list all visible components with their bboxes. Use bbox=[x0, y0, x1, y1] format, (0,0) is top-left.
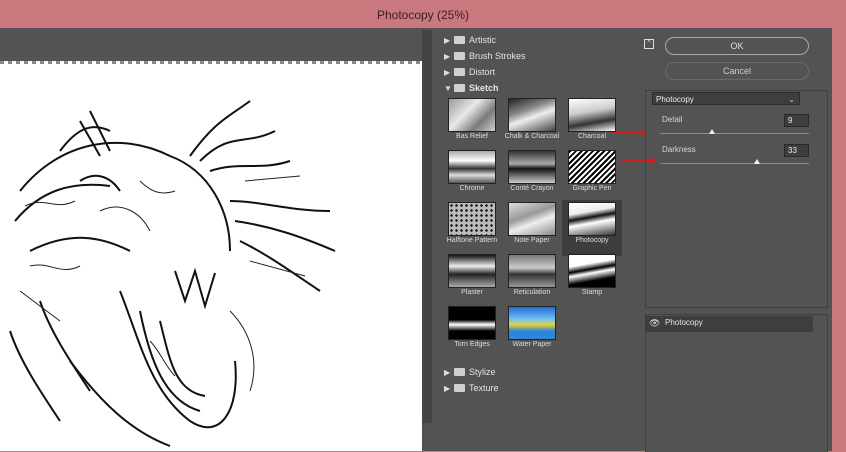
folder-icon bbox=[454, 384, 465, 392]
window-frame-right bbox=[832, 28, 846, 451]
filter-preview-image bbox=[508, 254, 556, 288]
category-sketch[interactable]: ▼ Sketch bbox=[440, 80, 620, 96]
filter-preview-image bbox=[448, 254, 496, 288]
canvas-scroll-edge bbox=[422, 30, 432, 423]
expand-arrow-icon: ▶ bbox=[444, 368, 451, 377]
tiger-sketch-image bbox=[9, 100, 336, 447]
category-brush-strokes[interactable]: ▶ Brush Strokes bbox=[440, 48, 620, 64]
annotation-arrow-detail bbox=[612, 129, 647, 137]
filter-thumb-graphic-pen[interactable]: Graphic Pen bbox=[562, 150, 622, 202]
filter-preview-image bbox=[508, 98, 556, 132]
category-stylize[interactable]: ▶ Stylize bbox=[440, 364, 620, 380]
collapse-arrow-icon: ▼ bbox=[444, 84, 452, 93]
filter-thumb-water-paper[interactable]: Water Paper bbox=[502, 306, 562, 358]
filter-preview-image bbox=[508, 202, 556, 236]
open-folder-icon bbox=[454, 84, 465, 92]
filter-label: Stamp bbox=[581, 289, 603, 296]
category-label: Texture bbox=[469, 383, 499, 393]
expand-arrow-icon: ▶ bbox=[444, 68, 451, 77]
canvas-border bbox=[0, 61, 422, 64]
filter-thumb-plaster[interactable]: Plaster bbox=[442, 254, 502, 306]
filter-select-value: Photocopy bbox=[656, 95, 694, 104]
filter-thumb-chrome[interactable]: Chrome bbox=[442, 150, 502, 202]
filter-preview-image bbox=[448, 150, 496, 184]
filter-preview-image bbox=[568, 254, 616, 288]
detail-slider-handle[interactable] bbox=[709, 129, 715, 134]
filter-label: Photocopy bbox=[575, 237, 609, 244]
category-label: Stylize bbox=[469, 367, 496, 377]
folder-icon bbox=[454, 68, 465, 76]
filter-thumb-bas-relief[interactable]: Bas Relief bbox=[442, 98, 502, 150]
ok-button[interactable]: OK bbox=[665, 37, 809, 55]
filter-preview-image bbox=[568, 98, 616, 132]
category-label: Artistic bbox=[469, 35, 496, 45]
darkness-value-input[interactable]: 33 bbox=[784, 144, 809, 157]
filter-thumb-conte-crayon[interactable]: Conté Crayon bbox=[502, 150, 562, 202]
collapse-gallery-icon[interactable]: ^ bbox=[644, 39, 654, 49]
filter-thumb-reticulation[interactable]: Reticulation bbox=[502, 254, 562, 306]
folder-icon bbox=[454, 52, 465, 60]
preview-canvas[interactable] bbox=[0, 28, 432, 451]
category-distort[interactable]: ▶ Distort bbox=[440, 64, 620, 80]
category-label: Brush Strokes bbox=[469, 51, 526, 61]
filter-preview-image bbox=[448, 202, 496, 236]
chevron-down-icon: ⌄ bbox=[788, 95, 795, 104]
folder-icon bbox=[454, 368, 465, 376]
filter-thumb-note-paper[interactable]: Note Paper bbox=[502, 202, 562, 254]
visibility-eye-icon[interactable]: 👁 bbox=[649, 318, 660, 329]
category-label: Distort bbox=[469, 67, 496, 77]
effect-layer-name: Photocopy bbox=[665, 318, 703, 327]
window-title: Photocopy (25%) bbox=[0, 0, 846, 28]
filter-label: Charcoal bbox=[577, 133, 606, 140]
filter-preview-image bbox=[508, 150, 556, 184]
expand-arrow-icon: ▶ bbox=[444, 384, 451, 393]
filter-gallery: ▶ Artistic ▶ Brush Strokes ▶ Distort ▼ Sketc… bbox=[432, 28, 627, 451]
effect-layers-panel bbox=[645, 314, 828, 452]
filter-thumb-stamp[interactable]: Stamp bbox=[562, 254, 622, 306]
folder-icon bbox=[454, 36, 465, 44]
effect-layer-row[interactable]: 👁 Photocopy bbox=[645, 316, 813, 332]
darkness-label: Darkness bbox=[662, 145, 696, 154]
sketch-thumbnails: Bas Relief Chalk & Charcoal Charcoal Chr… bbox=[442, 96, 622, 358]
preview-image bbox=[0, 61, 422, 451]
detail-label: Detail bbox=[662, 115, 683, 124]
filter-thumb-torn-edges[interactable]: Torn Edges bbox=[442, 306, 502, 358]
expand-arrow-icon: ▶ bbox=[444, 36, 451, 45]
filter-preview-image bbox=[508, 306, 556, 340]
filter-thumb-chalk-charcoal[interactable]: Chalk & Charcoal bbox=[502, 98, 562, 150]
category-label: Sketch bbox=[469, 83, 499, 93]
category-texture[interactable]: ▶ Texture bbox=[440, 380, 620, 396]
filter-preview-image bbox=[448, 98, 496, 132]
filter-select[interactable]: Photocopy ⌄ bbox=[652, 92, 800, 105]
darkness-slider-track[interactable] bbox=[660, 163, 809, 164]
filter-preview-image bbox=[448, 306, 496, 340]
filter-preview-image bbox=[568, 202, 616, 236]
filter-label: Water Paper bbox=[512, 341, 552, 348]
category-artistic[interactable]: ▶ Artistic bbox=[440, 32, 620, 48]
filter-preview-image bbox=[568, 150, 616, 184]
filter-label: Graphic Pen bbox=[572, 185, 612, 192]
filter-thumb-photocopy[interactable]: Photocopy bbox=[562, 200, 622, 256]
detail-slider-track[interactable] bbox=[660, 133, 809, 134]
filter-thumb-halftone-pattern[interactable]: Halftone Pattern bbox=[442, 202, 502, 254]
annotation-arrow-darkness bbox=[621, 157, 656, 165]
detail-value-input[interactable]: 9 bbox=[784, 114, 809, 127]
expand-arrow-icon: ▶ bbox=[444, 52, 451, 61]
cancel-button[interactable]: Cancel bbox=[665, 62, 809, 80]
filter-thumb-charcoal[interactable]: Charcoal bbox=[562, 98, 622, 150]
darkness-slider-handle[interactable] bbox=[754, 159, 760, 164]
